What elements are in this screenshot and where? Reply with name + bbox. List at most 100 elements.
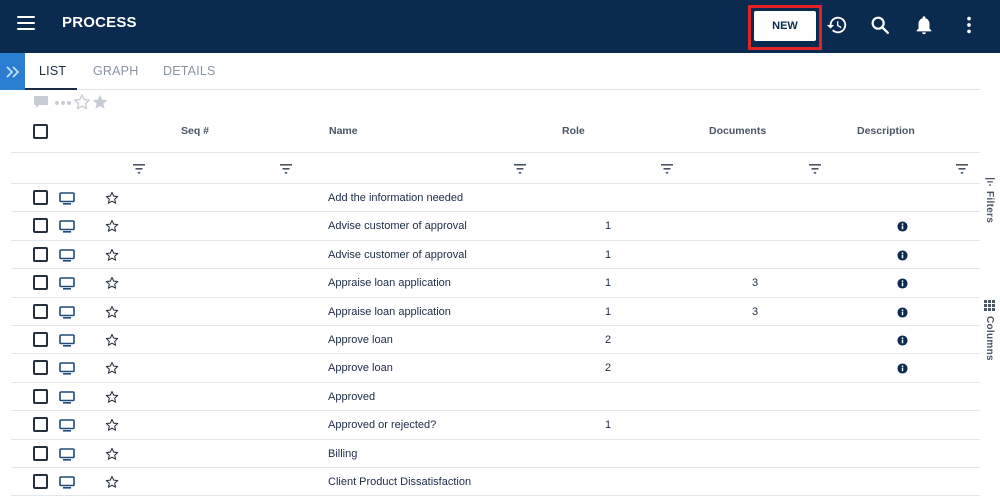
info-icon[interactable] <box>897 278 908 289</box>
info-icon[interactable] <box>897 250 908 261</box>
table-row[interactable]: Advise customer of approval 1 <box>11 241 980 270</box>
search-icon[interactable] <box>869 14 891 36</box>
table-row[interactable]: Appraise loan application 1 3 <box>11 269 980 298</box>
filters-label: Filters <box>984 191 995 224</box>
monitor-icon[interactable] <box>59 248 75 262</box>
select-all-checkbox[interactable] <box>33 124 48 139</box>
filter-icon[interactable] <box>133 164 145 174</box>
monitor-icon[interactable] <box>59 476 75 489</box>
star-outline-icon[interactable] <box>105 248 119 262</box>
columns-panel-toggle[interactable]: Columns <box>980 300 1000 361</box>
monitor-icon[interactable] <box>59 305 75 319</box>
table-header: Seq # Name Role Documents Description <box>11 113 980 153</box>
table-row[interactable]: Client Product Dissatisfaction <box>11 468 980 497</box>
monitor-icon[interactable] <box>59 390 75 404</box>
tab-details[interactable]: DETAILS <box>163 64 216 78</box>
cell-name[interactable]: Add the information needed <box>328 192 463 204</box>
cell-role: 2 <box>605 333 612 346</box>
more-horiz-icon[interactable] <box>53 95 73 109</box>
top-app-bar: PROCESS <box>0 0 1000 53</box>
row-checkbox[interactable] <box>33 246 48 262</box>
cell-name[interactable]: Approve loan <box>328 362 393 374</box>
cell-name[interactable]: Appraise loan application <box>328 306 451 318</box>
expand-panel-button[interactable] <box>0 53 25 90</box>
star-outline-icon[interactable] <box>105 447 119 461</box>
tab-graph[interactable]: GRAPH <box>93 64 138 78</box>
row-checkbox[interactable] <box>33 218 48 234</box>
comment-icon[interactable] <box>33 95 49 109</box>
row-checkbox[interactable] <box>33 331 48 347</box>
cell-name[interactable]: Billing <box>328 448 357 460</box>
cell-name[interactable]: Advise customer of approval <box>328 249 467 261</box>
star-filled-icon[interactable] <box>91 93 109 111</box>
bell-icon[interactable] <box>913 14 935 36</box>
table-body: Add the information needed Advise custome… <box>11 184 980 497</box>
row-checkbox[interactable] <box>33 417 48 433</box>
star-outline-icon[interactable] <box>105 333 119 347</box>
row-checkbox[interactable] <box>33 360 48 376</box>
info-icon[interactable] <box>897 363 908 374</box>
star-outline-icon[interactable] <box>73 93 91 111</box>
info-icon[interactable] <box>897 307 908 318</box>
page-title: PROCESS <box>62 14 137 31</box>
monitor-icon[interactable] <box>59 192 75 205</box>
table-row[interactable]: Appraise loan application 1 3 <box>11 298 980 326</box>
filter-icon[interactable] <box>956 164 968 174</box>
new-button[interactable]: NEW <box>754 11 816 41</box>
star-outline-icon[interactable] <box>105 390 119 404</box>
filters-panel-toggle[interactable]: Filters <box>980 178 1000 228</box>
table-row[interactable]: Approved or rejected? 1 <box>11 411 980 440</box>
table-row[interactable]: Approved <box>11 383 980 412</box>
filter-icon[interactable] <box>514 164 526 174</box>
star-outline-icon[interactable] <box>105 219 119 233</box>
filter-icon[interactable] <box>280 164 292 174</box>
monitor-icon[interactable] <box>59 419 75 432</box>
monitor-icon[interactable] <box>59 447 75 461</box>
row-checkbox[interactable] <box>33 473 48 489</box>
star-outline-icon[interactable] <box>105 276 119 290</box>
table-row[interactable]: Approve loan 2 <box>11 326 980 355</box>
double-chevron-right-icon <box>5 65 19 78</box>
history-icon[interactable] <box>826 14 848 36</box>
monitor-icon[interactable] <box>59 277 75 290</box>
row-checkbox[interactable] <box>33 445 48 461</box>
cell-name[interactable]: Appraise loan application <box>328 277 451 289</box>
star-outline-icon[interactable] <box>105 191 119 205</box>
column-header-documents[interactable]: Documents <box>709 125 766 137</box>
monitor-icon[interactable] <box>59 362 75 375</box>
star-outline-icon[interactable] <box>105 305 119 319</box>
column-header-description[interactable]: Description <box>857 125 915 137</box>
star-outline-icon[interactable] <box>105 475 119 489</box>
menu-icon[interactable] <box>17 16 35 30</box>
info-icon[interactable] <box>897 221 908 232</box>
info-icon[interactable] <box>897 335 908 346</box>
column-header-role[interactable]: Role <box>562 125 585 137</box>
column-filter-row <box>11 154 980 184</box>
table-row[interactable]: Add the information needed <box>11 184 980 213</box>
table-row[interactable]: Approve loan 2 <box>11 354 980 383</box>
table-row[interactable]: Billing <box>11 440 980 468</box>
tab-list[interactable]: LIST <box>39 64 66 78</box>
cell-name[interactable]: Approve loan <box>328 334 393 346</box>
cell-documents: 3 <box>752 277 759 290</box>
cell-documents: 3 <box>752 305 759 318</box>
column-header-name[interactable]: Name <box>329 125 358 137</box>
cell-role: 1 <box>605 305 612 318</box>
table-row[interactable]: Advise customer of approval 1 <box>11 212 980 241</box>
star-outline-icon[interactable] <box>105 418 119 432</box>
cell-name[interactable]: Client Product Dissatisfaction <box>328 476 471 488</box>
row-checkbox[interactable] <box>33 303 48 319</box>
star-outline-icon[interactable] <box>105 361 119 375</box>
cell-name[interactable]: Approved or rejected? <box>328 419 436 431</box>
monitor-icon[interactable] <box>59 220 75 233</box>
row-checkbox[interactable] <box>33 388 48 404</box>
column-header-seq[interactable]: Seq # <box>181 125 209 137</box>
cell-name[interactable]: Advise customer of approval <box>328 220 467 232</box>
filter-icon[interactable] <box>661 164 673 174</box>
row-checkbox[interactable] <box>33 190 48 205</box>
monitor-icon[interactable] <box>59 334 75 347</box>
cell-name[interactable]: Approved <box>328 391 375 403</box>
row-checkbox[interactable] <box>33 275 48 291</box>
filter-icon[interactable] <box>809 164 821 174</box>
more-vert-icon[interactable] <box>958 14 980 36</box>
